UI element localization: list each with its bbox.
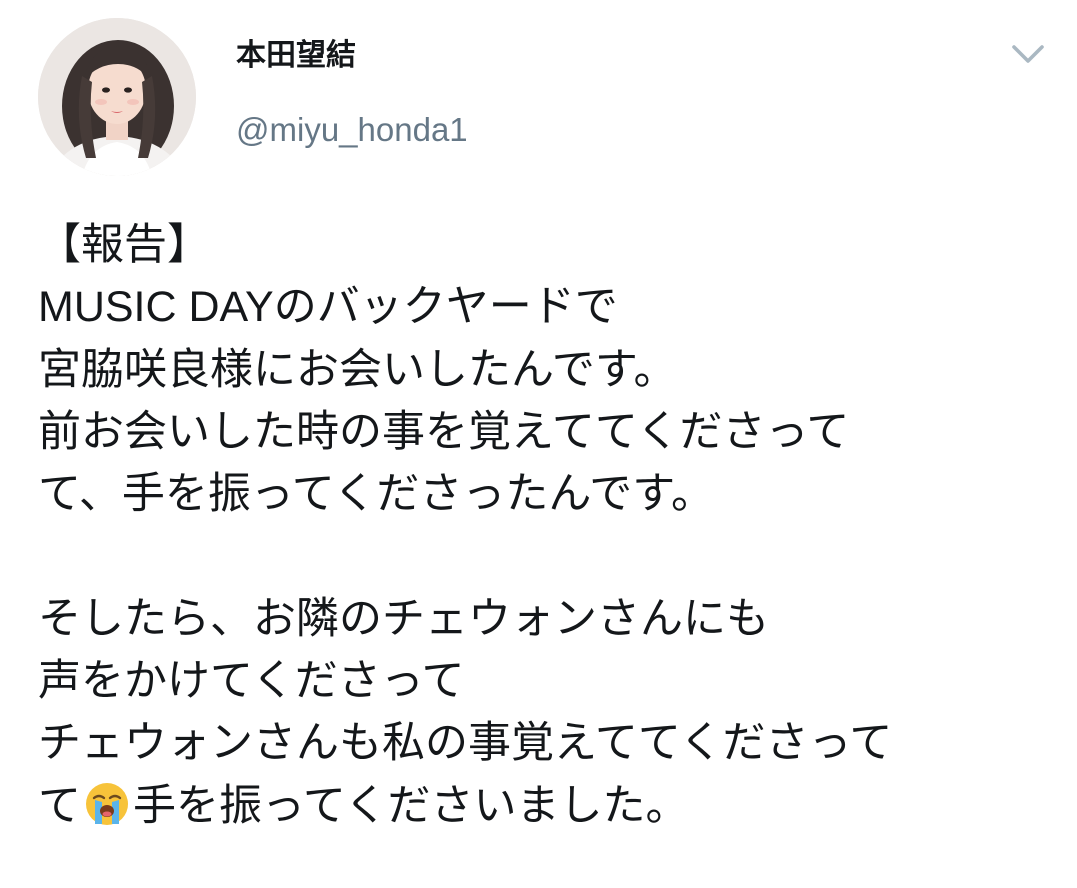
- tweet-line: 【報告】: [38, 220, 210, 270]
- tweet-line: 宮脇咲良様にお会いしたんです。: [38, 344, 677, 395]
- tweet-line: チェウォンさんも私の事覚えててくださって: [38, 718, 893, 769]
- tweet-line: て、手を振ってくださったんです。: [38, 469, 714, 520]
- avatar[interactable]: [38, 18, 196, 176]
- tweet-card: 本田望結 @miyu_honda1 【報告】 MUSIC DAYのバックヤードで…: [0, 0, 1077, 888]
- chevron-down-icon[interactable]: [1008, 36, 1048, 72]
- display-name[interactable]: 本田望結: [236, 36, 356, 76]
- tweet-line-suffix: 手を振ってくださいました。: [133, 780, 689, 831]
- tweet-line: そしたら、お隣のチェウォンさんにも: [38, 593, 769, 644]
- tweet-line: MUSIC DAYのバックヤードで: [38, 283, 618, 332]
- tweet-line: 声をかけてくださって: [38, 656, 465, 707]
- user-handle[interactable]: @miyu_honda1: [236, 108, 468, 152]
- tweet-line-prefix: て: [38, 780, 81, 831]
- tweet-text: 【報告】 MUSIC DAYのバックヤードで 宮脇咲良様にお会いしたんです。 前…: [38, 214, 1058, 837]
- tweet-line-last: て 手を振ってくださいました。: [38, 775, 1058, 837]
- tweet-line: 前お会いした時の事を覚えててくださって: [38, 406, 850, 457]
- loudly-crying-face-emoji: [83, 780, 131, 828]
- profile-photo: [38, 18, 196, 176]
